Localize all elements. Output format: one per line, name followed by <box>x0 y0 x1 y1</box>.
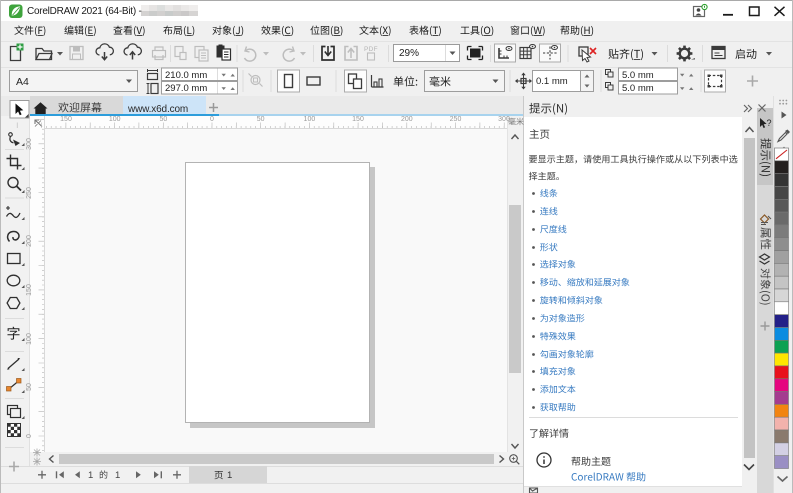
svg-text:?: ? <box>767 118 772 128</box>
